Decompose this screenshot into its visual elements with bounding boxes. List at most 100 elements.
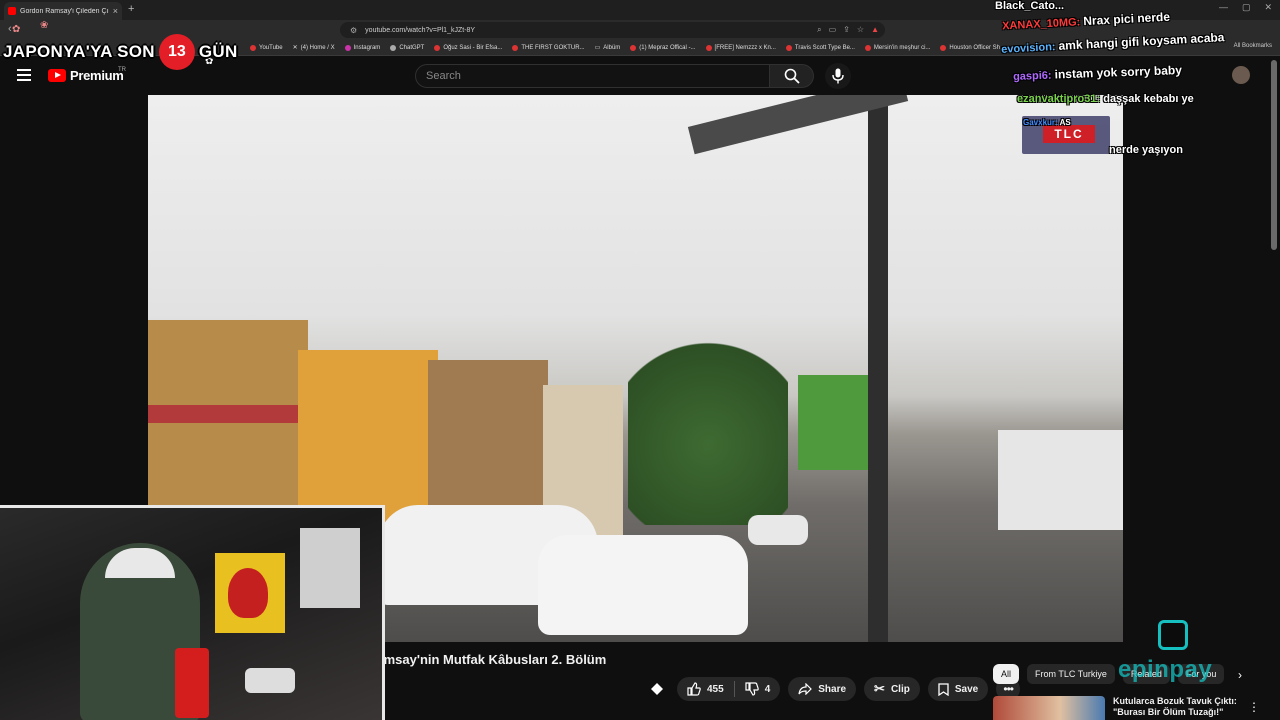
diamond-icon bbox=[651, 683, 663, 695]
address-bar[interactable]: ⚙ youtube.com/watch?v=Pl1_kJZt-8Y ⌕ ▭ ⇪ … bbox=[340, 22, 885, 38]
clip-button[interactable]: ✂ Clip bbox=[864, 677, 920, 701]
share-page-icon[interactable]: ⇪ bbox=[843, 25, 850, 35]
close-tab-icon[interactable]: × bbox=[113, 6, 118, 16]
video-scene-car bbox=[538, 535, 748, 635]
chat-message: evovision: amk hangi gifi koysam acaba bbox=[1001, 30, 1225, 56]
chat-username: Black_Cato... bbox=[995, 0, 1065, 12]
bookmark-icon bbox=[938, 682, 949, 696]
youtube-logo-icon bbox=[48, 69, 66, 82]
microphone-icon bbox=[832, 68, 844, 84]
search-button[interactable] bbox=[770, 64, 814, 88]
video-scene-house bbox=[998, 430, 1123, 530]
like-button[interactable]: 455 bbox=[677, 682, 734, 696]
epinpay-logo-icon bbox=[1158, 620, 1188, 650]
new-tab-button[interactable]: + bbox=[128, 3, 134, 15]
save-label: Save bbox=[954, 683, 979, 695]
chat-text: Nrax pici nerde bbox=[1082, 9, 1171, 29]
countdown-overlay: JAPONYA'YA SON 13 GÜN bbox=[3, 34, 238, 70]
chip-all[interactable]: All bbox=[993, 664, 1020, 684]
like-count: 455 bbox=[707, 683, 724, 695]
url-text: youtube.com/watch?v=Pl1_kJZt-8Y bbox=[365, 26, 476, 34]
chevron-right-icon[interactable]: › bbox=[1238, 668, 1242, 682]
chat-text: AS bbox=[1059, 118, 1071, 127]
bookmark-item[interactable]: Travis Scott Type Be... bbox=[785, 44, 855, 51]
search-box[interactable] bbox=[415, 64, 770, 88]
flower-decoration-icon: ❀ bbox=[40, 20, 49, 31]
clip-label: Clip bbox=[890, 683, 910, 695]
chat-message: nerde yaşıyon bbox=[1109, 144, 1183, 156]
bookmark-item[interactable]: (1) Mepraz Offical -... bbox=[630, 44, 696, 51]
video-title: ımsay'nin Mutfak Kâbusları 2. Bölüm bbox=[380, 652, 607, 667]
chat-username: Gavxkur: bbox=[1023, 118, 1058, 127]
more-icon: ••• bbox=[1003, 682, 1014, 696]
countdown-unit: GÜN bbox=[198, 42, 238, 61]
wall-poster-figure bbox=[228, 568, 268, 618]
chat-username: ezanvaktipro31: bbox=[1017, 93, 1101, 105]
bookmark-star-icon[interactable]: ☆ bbox=[857, 25, 864, 35]
more-vert-icon[interactable]: ⋮ bbox=[1248, 700, 1260, 714]
bookmark-item[interactable]: [FREE] Nemzzz x Kn... bbox=[705, 44, 776, 51]
scissors-icon: ✂ bbox=[874, 681, 885, 696]
like-dislike-group: 455 4 bbox=[677, 677, 781, 701]
video-scene-car bbox=[748, 515, 808, 545]
cast-icon[interactable]: ▭ bbox=[829, 25, 837, 35]
site-info-icon[interactable]: ⚙ bbox=[350, 26, 357, 35]
dislike-button[interactable]: 4 bbox=[735, 682, 781, 696]
bookmark-item[interactable]: ChatGPT bbox=[390, 44, 424, 51]
menu-icon[interactable] bbox=[17, 69, 31, 81]
bookmark-folder[interactable]: ▭ Albüm bbox=[595, 44, 621, 52]
chip-from-tlc-turkiye[interactable]: From TLC Turkiye bbox=[1027, 664, 1115, 684]
search-icon bbox=[784, 68, 800, 84]
extension-icon[interactable]: ▲ bbox=[871, 25, 879, 35]
chat-message: gaspi6: instam yok sorry baby bbox=[1013, 63, 1182, 83]
video-scene-trees bbox=[628, 325, 788, 525]
tab-title: Gordon Ramsay'i Çileden Çıkaran... bbox=[20, 7, 109, 15]
red-cup bbox=[175, 648, 209, 718]
bookmark-item[interactable]: ✕ (4) Home / X bbox=[293, 44, 335, 52]
video-scene-pole bbox=[868, 95, 888, 642]
chat-message: ezanvaktipro31: daşşak kebabı ye bbox=[1017, 93, 1194, 105]
share-button[interactable]: Share bbox=[788, 677, 857, 701]
sponsor-text: epinpay bbox=[1118, 656, 1213, 683]
youtube-favicon-icon bbox=[8, 7, 16, 15]
save-button[interactable]: Save bbox=[927, 677, 989, 701]
chat-username: gaspi6: bbox=[1012, 69, 1052, 83]
recommended-title[interactable]: Kutularca Bozuk Tavuk Çıktı: "Burası Bir… bbox=[1113, 696, 1253, 720]
chat-text: instam yok sorry baby bbox=[1054, 63, 1183, 82]
thumbs-down-icon bbox=[745, 682, 759, 696]
recommended-video[interactable]: Kutularca Bozuk Tavuk Çıktı: "Burası Bir… bbox=[993, 696, 1280, 720]
stream-chat-overlay: Black_Cato... XANAX_10MG: Nrax pici nerd… bbox=[995, 0, 1280, 170]
bookmark-item[interactable]: Mersin'in meşhur ci... bbox=[864, 44, 930, 51]
toy-car bbox=[245, 668, 295, 693]
voice-search-button[interactable] bbox=[825, 63, 851, 89]
video-actions: 455 4 Share ✂ Clip Save ••• bbox=[645, 677, 1021, 701]
chat-message: Gavxkur: AS bbox=[1023, 118, 1071, 127]
chat-text: daşşak kebabı ye bbox=[1103, 93, 1194, 105]
youtube-premium-logo[interactable]: Premium bbox=[48, 68, 124, 83]
chat-username: XANAX_10MG: bbox=[1001, 16, 1081, 33]
chat-username: evovision: bbox=[1000, 41, 1056, 56]
chat-message: XANAX_10MG: Nrax pici nerde bbox=[1001, 9, 1171, 33]
share-icon bbox=[798, 683, 813, 695]
video-scene-awning bbox=[148, 405, 298, 423]
dislike-count: 4 bbox=[764, 683, 771, 695]
countdown-days-badge: 13 bbox=[158, 34, 195, 70]
share-label: Share bbox=[818, 683, 847, 695]
thumbs-up-icon bbox=[687, 682, 701, 696]
chat-text: nerde yaşıyon bbox=[1109, 144, 1183, 156]
premium-badge-icon[interactable] bbox=[645, 677, 669, 701]
webcam-overlay bbox=[0, 505, 385, 720]
bookmark-item[interactable]: THE FIRST GOKTUR... bbox=[512, 44, 585, 51]
wall-poster bbox=[300, 528, 360, 608]
address-bar-actions: ⌕ ▭ ⇪ ☆ ▲ bbox=[817, 25, 879, 35]
search-input[interactable] bbox=[426, 70, 769, 82]
countdown-text: JAPONYA'YA SON bbox=[3, 42, 155, 61]
bookmark-item[interactable]: YouTube bbox=[250, 44, 283, 51]
recommended-thumbnail[interactable] bbox=[993, 696, 1105, 720]
browser-tab[interactable]: Gordon Ramsay'i Çileden Çıkaran... × bbox=[4, 2, 122, 20]
bookmark-item[interactable]: Oğuz Sasi - Bir Efsa... bbox=[434, 44, 502, 51]
chat-message: Black_Cato... bbox=[995, 0, 1064, 12]
bookmark-item[interactable]: Instagram bbox=[344, 44, 380, 51]
chat-text: amk hangi gifi koysam acaba bbox=[1058, 30, 1225, 53]
zoom-icon[interactable]: ⌕ bbox=[817, 25, 821, 35]
